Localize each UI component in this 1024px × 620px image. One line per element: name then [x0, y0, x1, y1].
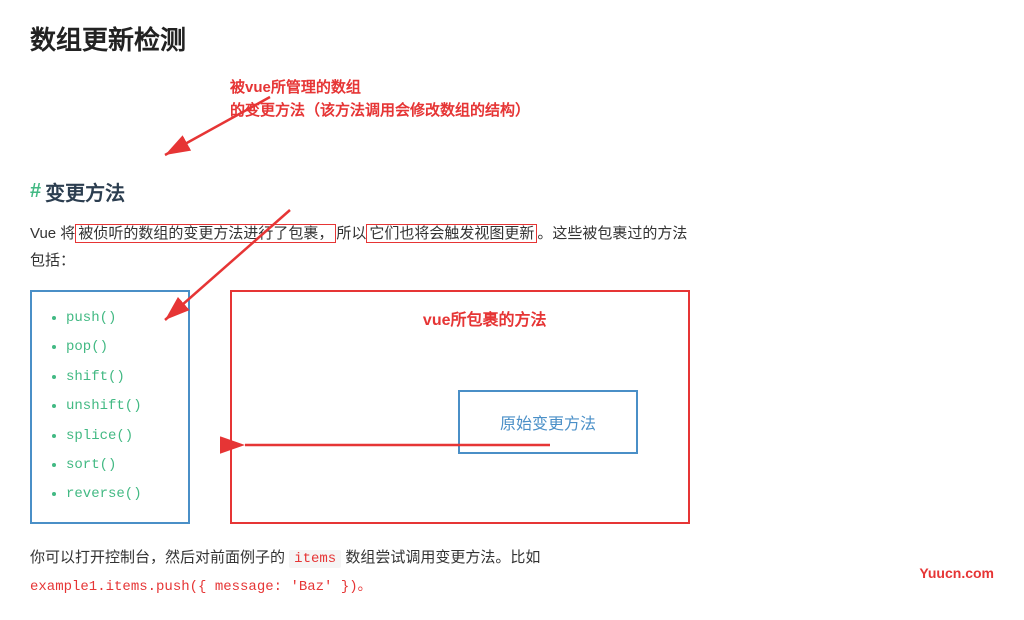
original-method-box: 原始变更方法: [458, 390, 638, 454]
list-item: unshift(): [66, 392, 164, 421]
desc-highlight1: 被侦听的数组的变更方法进行了包裹，: [75, 224, 336, 243]
main-content-area: push() pop() shift() unshift() splice() …: [30, 290, 994, 524]
bottom-text: 你可以打开控制台，然后对前面例子的 items 数组尝试调用变更方法。比如 ex…: [30, 544, 994, 600]
list-item: reverse(): [66, 480, 164, 509]
description-text: Vue 将被侦听的数组的变更方法进行了包裹，所以它们也将会触发视图更新。这些被包…: [30, 220, 994, 274]
page-title: 数组更新检测: [30, 20, 994, 57]
list-item: splice(): [66, 422, 164, 451]
desc-highlight2: 它们也将会触发视图更新: [366, 224, 537, 243]
desc-mid: 所以: [336, 225, 366, 242]
section-heading: # 变更方法: [30, 177, 994, 206]
diagram-wrapper: push() pop() shift() unshift() splice() …: [30, 290, 994, 524]
annotation-area: 被vue所管理的数组 的变更方法（该方法调用会修改数组的结构）: [30, 77, 994, 167]
vue-wrapper-box: vue所包裹的方法 原始变更方法: [230, 290, 690, 524]
vue-label: vue所包裹的方法: [423, 306, 547, 330]
heading-hash: #: [30, 180, 41, 203]
list-item: shift(): [66, 363, 164, 392]
watermark: Yuucn.com: [919, 565, 994, 581]
desc-text1: Vue 将: [30, 225, 75, 242]
original-method-label: 原始变更方法: [500, 416, 596, 433]
list-item: pop(): [66, 333, 164, 362]
list-item: sort(): [66, 451, 164, 480]
items-code: items: [289, 550, 341, 568]
bottom-code-block: example1.items.push({ message: 'Baz' })。: [30, 579, 372, 595]
bottom-text1: 你可以打开控制台，然后对前面例子的: [30, 549, 289, 566]
method-list-box: push() pop() shift() unshift() splice() …: [30, 290, 190, 524]
bottom-text2: 数组尝试调用变更方法。比如: [341, 549, 540, 566]
annotation-bubble: 被vue所管理的数组 的变更方法（该方法调用会修改数组的结构）: [230, 77, 530, 122]
list-item: push(): [66, 304, 164, 333]
heading-text: 变更方法: [45, 177, 125, 206]
